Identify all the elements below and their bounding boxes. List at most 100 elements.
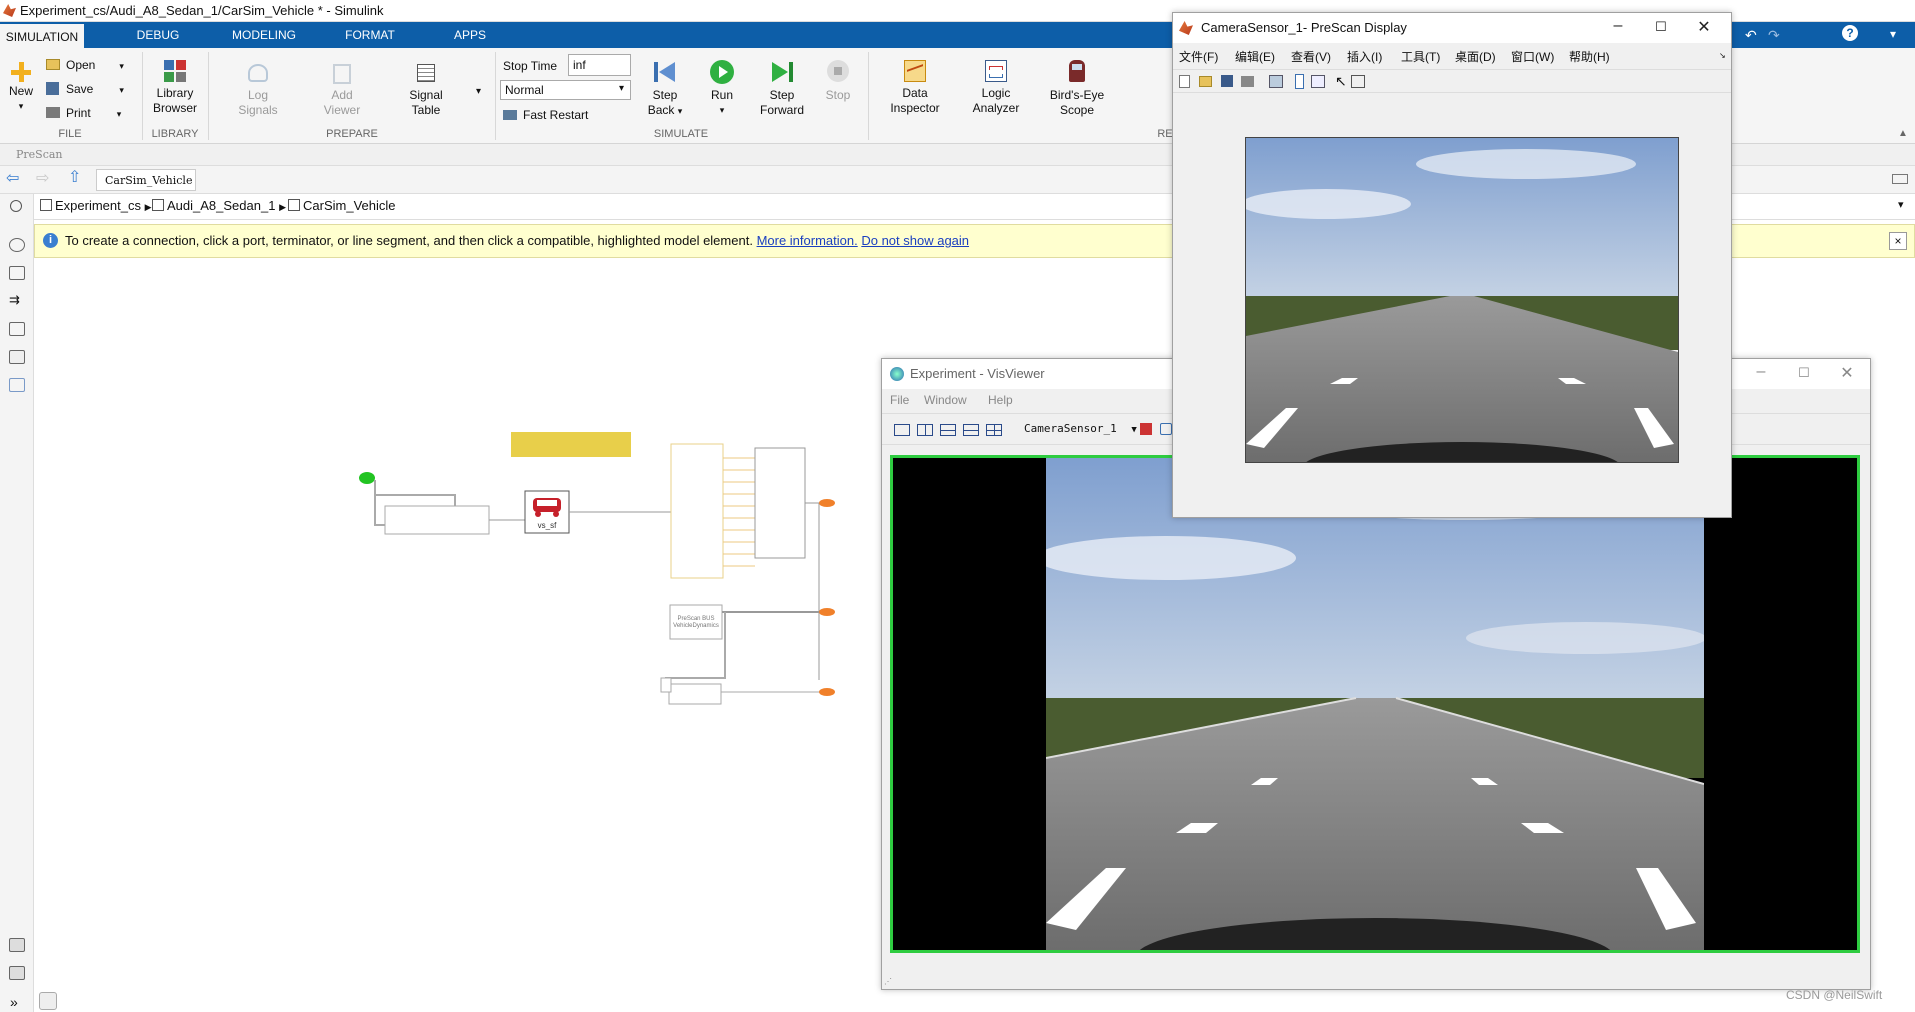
forward-arrow-icon[interactable]: ⇨	[36, 171, 49, 187]
layout-quad-icon[interactable]	[986, 424, 1002, 436]
visviewer-viewport[interactable]	[890, 455, 1860, 953]
status-icon[interactable]	[39, 992, 57, 1010]
menu-help[interactable]: 帮助(H)	[1569, 48, 1610, 65]
bus-creator-block	[754, 447, 806, 559]
add-viewer-button[interactable]: Add Viewer	[314, 64, 370, 118]
chevron-down-icon: ▾	[618, 83, 624, 94]
step-back-button[interactable]: Step Back ▾	[642, 60, 688, 119]
link-plot-icon[interactable]	[1269, 75, 1283, 88]
resize-grip-icon[interactable]: ⋰	[884, 977, 892, 986]
open-button[interactable]: Open ▾	[46, 58, 124, 72]
layout-split-v-icon[interactable]	[917, 424, 933, 436]
breadcrumb-item-carsim[interactable]: CarSim_Vehicle	[288, 198, 396, 213]
stop-time-input[interactable]: inf	[568, 54, 631, 76]
simulation-mode-select[interactable]: Normal ▾	[500, 80, 631, 100]
stop-time-label: Stop Time	[503, 59, 558, 73]
layout-split-h-icon[interactable]	[940, 424, 956, 436]
prepare-dropdown-icon[interactable]: ▾	[476, 86, 481, 97]
layout-three-icon[interactable]	[963, 424, 979, 436]
maximize-icon[interactable]: ☐	[1650, 19, 1672, 35]
layout-single-icon[interactable]	[894, 424, 910, 436]
dock-icon[interactable]: ↘	[1719, 51, 1726, 60]
more-information-link[interactable]: More information.	[757, 233, 858, 248]
library-browser-button[interactable]: Library Browser	[146, 60, 204, 116]
explorer-bar-icon[interactable]	[1892, 174, 1908, 184]
step-forward-button[interactable]: Step Forward	[756, 60, 808, 118]
do-not-show-again-link[interactable]: Do not show again	[861, 233, 969, 248]
help-icon[interactable]: ?	[1842, 25, 1858, 41]
menu-file[interactable]: File	[890, 393, 909, 407]
area-icon[interactable]	[9, 378, 25, 392]
menu-file[interactable]: 文件(F)	[1179, 48, 1218, 65]
camera-select[interactable]: CameraSensor_1 ▼	[1024, 422, 1137, 435]
collapse-ribbon-icon[interactable]: ▲	[1898, 128, 1908, 139]
tab-carsim-vehicle[interactable]: CarSim_Vehicle	[96, 169, 196, 191]
menu-help[interactable]: Help	[988, 393, 1013, 407]
run-button[interactable]: Run ▾	[702, 60, 742, 118]
log-signals-button[interactable]: Log Signals	[230, 64, 286, 118]
divider	[868, 52, 869, 140]
print-button[interactable]: Print ▾	[46, 106, 121, 120]
legend-icon[interactable]	[1311, 75, 1325, 88]
birds-eye-scope-button[interactable]: Bird's-Eye Scope	[1046, 60, 1108, 118]
step-forward-icon	[770, 60, 794, 84]
camera-icon[interactable]	[1160, 423, 1172, 435]
log-label-2: Signals	[238, 103, 278, 117]
screenshot-icon[interactable]	[9, 938, 25, 952]
open-icon[interactable]	[1199, 76, 1212, 87]
menu-desktop[interactable]: 桌面(D)	[1455, 48, 1496, 65]
bus-block-label-2: VehicleDynamics	[673, 623, 719, 629]
back-arrow-icon[interactable]: ⇦	[6, 171, 19, 187]
tab-simulation[interactable]: SIMULATION	[0, 22, 84, 48]
stop-label: Stop	[825, 88, 851, 102]
redo-icon[interactable]: ↷	[1768, 27, 1780, 44]
properties-icon[interactable]	[9, 966, 25, 980]
maximize-icon[interactable]: ☐	[1793, 365, 1815, 381]
menu-window[interactable]: Window	[924, 393, 967, 407]
menu-edit[interactable]: 编辑(E)	[1235, 48, 1275, 65]
expand-palette-icon[interactable]: »	[10, 994, 18, 1010]
breadcrumb-item-audi[interactable]: Audi_A8_Sedan_1 ▶	[152, 198, 286, 213]
image-icon[interactable]	[9, 350, 25, 364]
globe-icon	[890, 367, 904, 381]
breadcrumb-item-experiment[interactable]: Experiment_cs ▶	[40, 198, 152, 213]
step-back-icon	[653, 60, 677, 84]
new-figure-icon[interactable]	[1179, 75, 1190, 88]
tab-format[interactable]: FORMAT	[336, 22, 404, 48]
colorbar-icon[interactable]	[1295, 74, 1304, 89]
fit-view-icon[interactable]	[9, 266, 25, 280]
up-arrow-icon[interactable]: ⇧	[68, 170, 81, 186]
save-icon[interactable]	[1221, 75, 1233, 87]
tab-modeling[interactable]: MODELING	[226, 22, 302, 48]
minimize-icon[interactable]: –	[1607, 17, 1629, 35]
save-icon[interactable]	[1140, 423, 1152, 435]
menu-window[interactable]: 窗口(W)	[1511, 48, 1554, 65]
menu-insert[interactable]: 插入(I)	[1347, 48, 1382, 65]
breadcrumb-dropdown-icon[interactable]: ▾	[1898, 198, 1904, 211]
fast-restart-toggle[interactable]: Fast Restart	[503, 108, 588, 122]
annotation-icon[interactable]	[9, 322, 25, 336]
new-button[interactable]: New ▾	[6, 60, 36, 114]
fast-restart-label: Fast Restart	[523, 108, 589, 122]
pointer-icon[interactable]: ↖	[1335, 73, 1347, 90]
data-inspector-button[interactable]: Data Inspector	[886, 60, 944, 116]
menu-view[interactable]: 查看(V)	[1291, 48, 1331, 65]
close-icon[interactable]: ✕	[1836, 363, 1858, 383]
save-button[interactable]: Save ▾	[46, 82, 124, 96]
menu-tools[interactable]: 工具(T)	[1401, 48, 1440, 65]
zoom-icon[interactable]	[9, 238, 25, 252]
close-icon[interactable]: ×	[1889, 232, 1907, 250]
undo-icon[interactable]: ↶	[1745, 27, 1757, 44]
signal-table-button[interactable]: Signal Table	[398, 64, 454, 118]
close-icon[interactable]: ✕	[1693, 17, 1715, 37]
tab-apps[interactable]: APPS	[444, 22, 496, 48]
logic-analyzer-button[interactable]: Logic Analyzer	[966, 60, 1026, 116]
hide-palette-icon[interactable]	[10, 200, 22, 212]
minimize-icon[interactable]: –	[1750, 363, 1772, 381]
print-icon[interactable]	[1241, 76, 1254, 87]
expand-icon[interactable]: ▾	[1890, 27, 1896, 41]
stop-button[interactable]: Stop	[818, 60, 858, 103]
property-editor-icon[interactable]	[1351, 75, 1365, 88]
tab-debug[interactable]: DEBUG	[130, 22, 186, 48]
arrows-icon[interactable]: ⇉	[9, 293, 25, 308]
